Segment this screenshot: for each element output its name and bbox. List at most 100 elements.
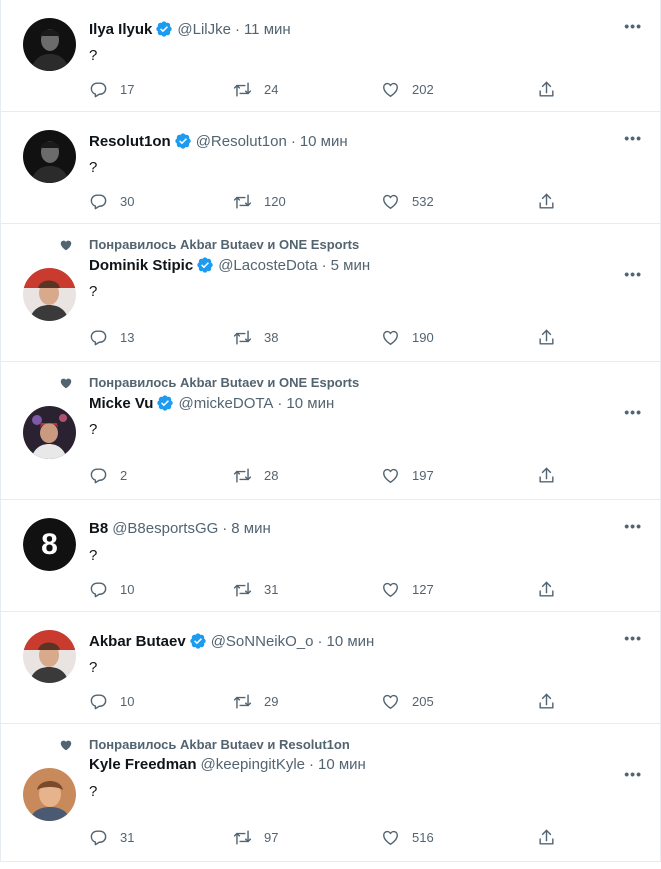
retweet-button[interactable]: 38 bbox=[233, 328, 278, 347]
like-button[interactable]: 516 bbox=[381, 828, 434, 847]
avatar[interactable] bbox=[23, 18, 76, 71]
reply-button[interactable]: 13 bbox=[89, 328, 134, 347]
tweet[interactable]: Resolut1on @Resolut1on · 10 мин •••? 30 120 532 bbox=[1, 112, 660, 224]
separator-dot: · bbox=[234, 20, 240, 38]
like-count: 127 bbox=[412, 582, 434, 597]
verified-badge-icon bbox=[189, 632, 207, 650]
share-icon bbox=[537, 580, 556, 599]
more-options-icon[interactable]: ••• bbox=[624, 18, 642, 34]
reply-button[interactable]: 17 bbox=[89, 80, 134, 99]
like-count: 532 bbox=[412, 194, 434, 209]
tweet-time[interactable]: 10 мин bbox=[326, 633, 374, 650]
reply-count: 10 bbox=[120, 694, 135, 709]
like-button[interactable]: 205 bbox=[381, 692, 434, 711]
like-icon bbox=[381, 692, 400, 711]
like-icon bbox=[381, 828, 400, 847]
share-button[interactable] bbox=[537, 80, 556, 99]
author-handle[interactable]: @LacosteDota bbox=[218, 257, 317, 274]
share-button[interactable] bbox=[537, 692, 556, 711]
heart-icon bbox=[59, 238, 73, 252]
tweet-time[interactable]: 10 мин bbox=[300, 133, 348, 150]
avatar[interactable] bbox=[23, 130, 76, 183]
more-options-icon[interactable]: ••• bbox=[624, 630, 642, 646]
reply-icon bbox=[89, 466, 108, 485]
more-options-icon[interactable]: ••• bbox=[624, 130, 642, 146]
share-button[interactable] bbox=[537, 328, 556, 347]
reply-button[interactable]: 10 bbox=[89, 580, 134, 599]
tweet-header: Resolut1on @Resolut1on · 10 мин bbox=[89, 132, 348, 150]
author-name[interactable]: Kyle Freedman bbox=[89, 756, 197, 773]
share-icon bbox=[537, 466, 556, 485]
tweet[interactable]: Ilya Ilyuk @LilJke · 11 мин •••? 17 24 202 bbox=[1, 0, 660, 112]
social-context-text: Понравилось Akbar Butaev и Resolut1on bbox=[89, 737, 350, 752]
tweet-text: ? bbox=[89, 283, 98, 300]
like-count: 205 bbox=[412, 694, 434, 709]
more-options-icon[interactable]: ••• bbox=[624, 518, 642, 534]
share-button[interactable] bbox=[537, 580, 556, 599]
verified-badge-icon bbox=[155, 20, 173, 38]
author-handle[interactable]: @SoNNeikO_o bbox=[211, 633, 314, 650]
retweet-button[interactable]: 24 bbox=[233, 80, 278, 99]
retweet-button[interactable]: 28 bbox=[233, 466, 278, 485]
more-options-icon[interactable]: ••• bbox=[624, 404, 642, 420]
tweet-text: ? bbox=[89, 159, 98, 176]
tweet-time[interactable]: 11 мин bbox=[244, 21, 291, 38]
reply-button[interactable]: 10 bbox=[89, 692, 134, 711]
tweet-time[interactable]: 10 мин bbox=[286, 395, 334, 412]
reply-button[interactable]: 31 bbox=[89, 828, 134, 847]
share-button[interactable] bbox=[537, 192, 556, 211]
more-options-icon[interactable]: ••• bbox=[624, 766, 642, 782]
tweet[interactable]: Понравилось Akbar Butaev и ONE Esports Do… bbox=[1, 224, 660, 362]
author-name[interactable]: Micke Vu bbox=[89, 395, 153, 412]
retweet-button[interactable]: 97 bbox=[233, 828, 278, 847]
share-button[interactable] bbox=[537, 466, 556, 485]
author-name[interactable]: Resolut1on bbox=[89, 133, 171, 150]
like-count: 197 bbox=[412, 468, 434, 483]
avatar[interactable]: 8 bbox=[23, 518, 76, 571]
author-name[interactable]: Akbar Butaev bbox=[89, 633, 186, 650]
author-name[interactable]: B8 bbox=[89, 520, 108, 537]
tweet[interactable]: Akbar Butaev @SoNNeikO_o · 10 мин •••? 10 29 20… bbox=[1, 612, 660, 724]
verified-badge-icon bbox=[156, 394, 174, 412]
avatar[interactable] bbox=[23, 768, 76, 821]
tweet[interactable]: Понравилось Akbar Butaev и ONE Esports Mi… bbox=[1, 362, 660, 500]
reply-icon bbox=[89, 828, 108, 847]
tweet-header: Kyle Freedman @keepingitKyle · 10 мин bbox=[89, 756, 366, 773]
share-button[interactable] bbox=[537, 828, 556, 847]
author-name[interactable]: Ilya Ilyuk bbox=[89, 21, 152, 38]
author-name[interactable]: Dominik Stipic bbox=[89, 257, 193, 274]
reply-count: 31 bbox=[120, 830, 135, 845]
more-options-icon[interactable]: ••• bbox=[624, 266, 642, 282]
like-button[interactable]: 532 bbox=[381, 192, 434, 211]
tweet-text: ? bbox=[89, 47, 98, 64]
tweet[interactable]: 8 B8 @B8esportsGG · 8 мин •••? 10 31 127 bbox=[1, 500, 660, 612]
avatar[interactable] bbox=[23, 406, 76, 459]
author-handle[interactable]: @B8esportsGG bbox=[112, 520, 218, 537]
separator-dot: · bbox=[317, 632, 323, 650]
author-handle[interactable]: @keepingitKyle bbox=[201, 756, 305, 773]
author-handle[interactable]: @mickeDOTA bbox=[178, 395, 273, 412]
like-button[interactable]: 202 bbox=[381, 80, 434, 99]
retweet-button[interactable]: 120 bbox=[233, 192, 286, 211]
avatar[interactable] bbox=[23, 630, 76, 683]
share-icon bbox=[537, 692, 556, 711]
retweet-button[interactable]: 29 bbox=[233, 692, 278, 711]
author-handle[interactable]: @LilJke bbox=[177, 21, 231, 38]
reply-button[interactable]: 2 bbox=[89, 466, 127, 485]
tweet-time[interactable]: 10 мин bbox=[318, 756, 366, 773]
reply-count: 10 bbox=[120, 582, 135, 597]
like-button[interactable]: 127 bbox=[381, 580, 434, 599]
author-handle[interactable]: @Resolut1on bbox=[196, 133, 287, 150]
tweet-actions: 2 28 197 bbox=[89, 466, 559, 488]
retweet-button[interactable]: 31 bbox=[233, 580, 278, 599]
share-icon bbox=[537, 828, 556, 847]
heart-icon bbox=[59, 376, 73, 390]
like-button[interactable]: 197 bbox=[381, 466, 434, 485]
like-button[interactable]: 190 bbox=[381, 328, 434, 347]
tweet-time[interactable]: 8 мин bbox=[231, 520, 271, 537]
reply-button[interactable]: 30 bbox=[89, 192, 134, 211]
tweet[interactable]: Понравилось Akbar Butaev и Resolut1on Kyl… bbox=[1, 724, 660, 862]
avatar[interactable] bbox=[23, 268, 76, 321]
tweet-text: ? bbox=[89, 421, 98, 438]
tweet-time[interactable]: 5 мин bbox=[331, 257, 371, 274]
